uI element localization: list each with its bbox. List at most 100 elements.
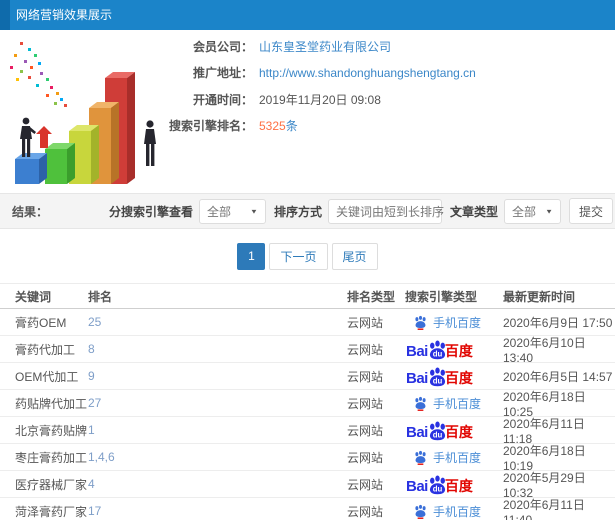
engine-filter-label: 分搜索引擎查看 (108, 204, 193, 219)
rank-link[interactable]: 1 (88, 423, 95, 437)
mobile-baidu-paw-icon (415, 450, 426, 465)
info-row-open-time: 开通时间： 2019年11月20日 09:08 (0, 86, 615, 113)
header-accent-strip (0, 0, 10, 30)
open-time-value: 2019年11月20日 09:08 (259, 92, 381, 107)
table-row: 膏药OEM 25 云网站 手机百度 2020年6月9日 17:50 (0, 309, 615, 336)
baidu-pc-link[interactable]: Bai du 百度 (406, 367, 473, 386)
table-row: 菏泽膏药厂家 17 云网站 手机百度 2020年6月11日 11:40 (0, 498, 615, 520)
sort-filter-label: 排序方式 (273, 204, 322, 219)
updated-cell: 2020年6月5日 14:57 (503, 369, 613, 384)
rank-type-cell: 云网站 (347, 396, 384, 411)
page-title: 网络营销效果展示 (16, 8, 113, 22)
engine-select-value: 全部 (206, 204, 231, 219)
engine-cell: 手机百度 (405, 314, 503, 331)
engine-cell: Bai du 百度 (405, 475, 503, 494)
header-engine-type: 搜索引擎类型 (405, 289, 478, 304)
mobile-baidu-link[interactable]: 手机百度 (413, 503, 481, 520)
rank-link[interactable]: 9 (88, 369, 95, 383)
updated-cell: 2020年6月11日 11:40 (503, 497, 585, 520)
rank-link[interactable]: 4 (88, 477, 95, 491)
promo-url-link[interactable]: http://www.shandonghuangshengtang.cn (259, 66, 476, 80)
baidu-bai-text: Bai (406, 369, 428, 387)
keyword-cell: 膏药OEM (15, 315, 67, 330)
baidu-brand-text: 百度 (444, 423, 473, 440)
filter-controls: 分搜索引擎查看 全部 ▼ 排序方式 关键词由短到长排序 ▼ 文章类型 全部 ▼ … (101, 198, 613, 224)
page: 网络营销效果展示 会员公司： 山东皇圣堂药业有限公司 推广地址： http://… (0, 0, 615, 520)
keyword-cell: 菏泽膏药厂家 (15, 504, 88, 519)
mobile-baidu-label: 手机百度 (433, 504, 482, 519)
keyword-cell: OEM代加工 (15, 369, 79, 384)
rank-type-cell: 云网站 (347, 315, 384, 330)
mobile-baidu-link[interactable]: 手机百度 (413, 449, 481, 466)
baidu-brand-text: 百度 (444, 369, 473, 386)
keyword-cell: 药贴牌代加工 (15, 396, 88, 411)
page-button-current[interactable]: 1 (237, 242, 266, 270)
table-row: 北京膏药贴牌 1 云网站 Bai du 百度 2020年6月11日 11:18 (0, 417, 615, 446)
mobile-baidu-link[interactable]: 手机百度 (413, 314, 481, 331)
mobile-baidu-label: 手机百度 (433, 396, 482, 411)
baidu-pc-link[interactable]: Bai du 百度 (406, 340, 473, 359)
svg-text:du: du (433, 484, 443, 493)
chevron-down-icon: ▼ (250, 207, 258, 215)
engine-select[interactable]: 全部 ▼ (198, 198, 266, 224)
chevron-down-icon: ▼ (452, 207, 460, 215)
baidu-pc-link[interactable]: Bai du 百度 (406, 475, 473, 494)
engine-cell: Bai du 百度 (405, 367, 503, 386)
table-body: 膏药OEM 25 云网站 手机百度 2020年6月9日 17:50 膏药代加工 … (0, 309, 615, 520)
rank-link[interactable]: 17 (88, 504, 101, 518)
table-row: 枣庄膏药加工 1,4,6 云网站 手机百度 2020年6月18日 10:19 (0, 444, 615, 473)
header-rank: 排名 (88, 289, 113, 304)
promo-url-label: 推广地址： (192, 66, 253, 81)
mobile-baidu-paw-icon (415, 396, 426, 411)
open-time-label: 开通时间： (192, 92, 253, 107)
next-page-button[interactable]: 下一页 (269, 242, 328, 270)
updated-cell: 2020年6月10日 13:40 (503, 335, 586, 365)
last-page-button[interactable]: 尾页 (331, 242, 378, 270)
table-row: 药贴牌代加工 27 云网站 手机百度 2020年6月18日 10:25 (0, 390, 615, 419)
baidu-bai-text: Bai (406, 477, 428, 495)
article-type-select-value: 全部 (512, 204, 537, 219)
svg-text:du: du (433, 376, 443, 385)
baidu-pc-link[interactable]: Bai du 百度 (406, 421, 473, 440)
table-row: OEM代加工 9 云网站 Bai du 百度 2020年6月5日 14:57 (0, 363, 615, 390)
submit-button[interactable]: 提交 (569, 198, 613, 224)
svg-text:du: du (433, 349, 443, 358)
filter-bar: 结果： 分搜索引擎查看 全部 ▼ 排序方式 关键词由短到长排序 ▼ 文章类型 全… (0, 193, 615, 229)
mobile-baidu-link[interactable]: 手机百度 (413, 395, 481, 412)
baidu-brand-text: 百度 (444, 342, 473, 359)
rank-link[interactable]: 8 (88, 342, 95, 356)
keyword-cell: 膏药代加工 (15, 342, 76, 357)
rank-type-cell: 云网站 (347, 504, 384, 519)
info-row-company: 会员公司： 山东皇圣堂药业有限公司 (0, 33, 615, 60)
mobile-baidu-label: 手机百度 (433, 450, 482, 465)
engine-cell: Bai du 百度 (405, 421, 503, 440)
info-rows: 会员公司： 山东皇圣堂药业有限公司 推广地址： http://www.shand… (0, 33, 615, 139)
engine-cell: 手机百度 (405, 395, 503, 412)
rank-link[interactable]: 25 (88, 315, 101, 329)
mobile-baidu-paw-icon (415, 504, 426, 519)
rank-type-cell: 云网站 (347, 342, 384, 357)
baidu-brand-text: 百度 (444, 477, 473, 494)
baidu-bai-text: Bai (406, 342, 428, 360)
header-bar: 网络营销效果展示 (0, 0, 615, 30)
info-row-url: 推广地址： http://www.shandonghuangshengtang.… (0, 60, 615, 87)
rank-link[interactable]: 1,4,6 (88, 450, 115, 464)
engine-cell: Bai du 百度 (405, 340, 503, 359)
keyword-cell: 枣庄膏药加工 (15, 450, 88, 465)
result-label: 结果： (12, 204, 49, 219)
sort-select[interactable]: 关键词由短到长排序 ▼ (327, 198, 460, 224)
rank-type-cell: 云网站 (347, 477, 384, 492)
header-keyword: 关键词 (15, 289, 52, 304)
rank-count-value: 5325条 (259, 117, 298, 134)
rank-link[interactable]: 27 (88, 396, 101, 410)
engine-cell: 手机百度 (405, 449, 503, 466)
company-label: 会员公司： (192, 39, 253, 54)
article-type-select[interactable]: 全部 ▼ (504, 198, 561, 224)
baidu-bai-text: Bai (406, 423, 428, 441)
rank-count-label: 搜索引擎排名： (168, 119, 253, 134)
company-link[interactable]: 山东皇圣堂药业有限公司 (259, 38, 391, 55)
svg-text:du: du (433, 430, 443, 439)
header-updated: 最新更新时间 (503, 289, 576, 304)
sort-select-value: 关键词由短到长排序 (335, 204, 444, 219)
header-rank-type: 排名类型 (347, 289, 396, 304)
